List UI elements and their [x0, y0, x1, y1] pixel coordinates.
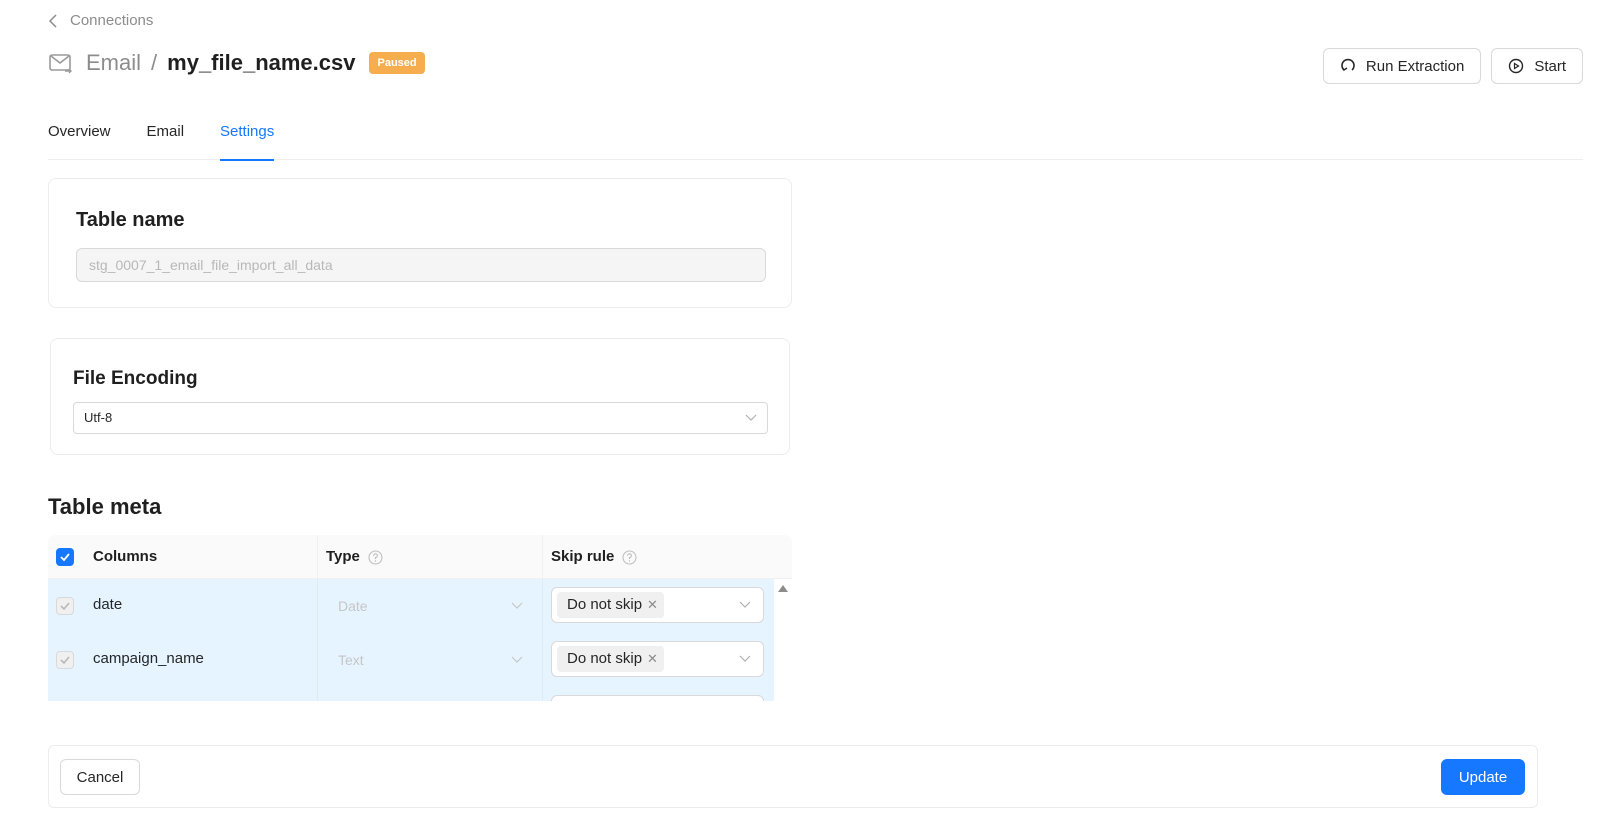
type-value: Date [338, 598, 368, 614]
tab-bar: Overview Email Settings [48, 120, 1583, 161]
column-name: date [93, 596, 123, 613]
chevron-down-icon [511, 656, 523, 663]
check-icon [60, 602, 70, 611]
skip-rule-tag: Do not skip ✕ [557, 646, 664, 672]
check-icon [60, 553, 70, 562]
scroll-up-arrow-icon[interactable] [778, 585, 788, 592]
chevron-down-icon [745, 414, 757, 421]
chevron-down-icon [511, 602, 523, 609]
table-meta-title: Table meta [48, 494, 162, 519]
skip-rule-select[interactable]: Do not skip ✕ [551, 641, 764, 677]
skip-rule-header-cell: Skip rule [551, 535, 637, 579]
table-row: campaign_name Text Do not skip ✕ [48, 633, 774, 687]
tab-email[interactable]: Email [147, 120, 185, 160]
column-divider [542, 579, 543, 633]
column-divider [317, 687, 318, 701]
file-encoding-value: Utf-8 [84, 410, 113, 425]
type-header-cell: Type [326, 535, 383, 579]
file-encoding-select[interactable]: Utf-8 [73, 402, 768, 434]
type-select: Text [338, 652, 523, 668]
skip-rule-value: Do not skip [567, 596, 643, 613]
column-divider [542, 687, 543, 701]
table-header: Columns Type Skip rule [48, 535, 792, 579]
table-name-title: Table name [76, 209, 185, 231]
file-encoding-card: File Encoding Utf-8 [50, 338, 790, 455]
column-divider [317, 633, 318, 687]
file-name: my_file_name.csv [167, 50, 356, 75]
cancel-button[interactable]: Cancel [60, 759, 140, 795]
chevron-left-icon [48, 13, 57, 28]
file-encoding-title: File Encoding [73, 368, 198, 389]
row-checkbox-cell [56, 651, 74, 669]
skip-rule-select[interactable]: Do not skip ✕ [551, 587, 764, 623]
table-body: date Date Do not skip ✕ campaign_name Te… [48, 579, 774, 701]
chevron-down-icon [739, 601, 751, 608]
mail-icon [48, 50, 74, 76]
skip-rule-value: Do not skip [567, 650, 643, 667]
row-checkbox-cell [56, 597, 74, 615]
page-title: Email / my_file_name.csv Paused [48, 50, 425, 76]
check-icon [60, 656, 70, 665]
play-circle-icon [1509, 58, 1524, 74]
start-button[interactable]: Start [1491, 48, 1583, 84]
table-name-input: stg_0007_1_email_file_import_all_data [76, 248, 766, 282]
column-divider [317, 579, 318, 633]
status-badge: Paused [369, 52, 425, 74]
column-divider [542, 535, 543, 579]
breadcrumb-separator: / [151, 50, 158, 75]
column-name: campaign_name [93, 650, 204, 667]
tab-overview[interactable]: Overview [48, 120, 111, 160]
refresh-icon [1341, 58, 1355, 71]
table-row [48, 687, 774, 701]
tab-settings[interactable]: Settings [220, 120, 275, 161]
run-extraction-label: Run Extraction [1365, 57, 1465, 75]
start-label: Start [1534, 57, 1566, 75]
column-divider [542, 633, 543, 687]
help-icon[interactable] [622, 549, 637, 565]
help-icon[interactable] [368, 549, 383, 565]
update-button[interactable]: Update [1441, 759, 1525, 795]
type-value: Text [338, 652, 364, 668]
chevron-down-icon [739, 655, 751, 662]
table-meta-table: Columns Type Skip rule date Date Do not … [48, 535, 792, 701]
select-all-checkbox[interactable] [56, 548, 74, 566]
select-all-cell [56, 535, 74, 579]
columns-header: Columns [93, 548, 158, 565]
skip-rule-select[interactable] [551, 695, 764, 701]
table-scrollbar[interactable] [774, 579, 792, 701]
column-divider [317, 535, 318, 579]
run-extraction-button[interactable]: Run Extraction [1322, 48, 1482, 84]
close-icon[interactable]: ✕ [647, 646, 658, 672]
skip-rule-tag: Do not skip ✕ [557, 592, 664, 618]
skip-rule-header: Skip rule [551, 548, 615, 565]
row-checkbox [56, 651, 74, 669]
table-row: date Date Do not skip ✕ [48, 579, 774, 633]
header-actions: Run Extraction Start [1322, 48, 1583, 84]
back-to-connections-link[interactable]: Connections [48, 12, 153, 29]
row-checkbox [56, 597, 74, 615]
form-footer: Cancel Update [48, 745, 1538, 808]
back-link-label: Connections [70, 12, 154, 29]
source-name: Email [86, 50, 142, 75]
type-select: Date [338, 598, 523, 614]
table-name-card: Table name stg_0007_1_email_file_import_… [48, 178, 792, 308]
close-icon[interactable]: ✕ [647, 592, 658, 618]
type-header: Type [326, 548, 360, 565]
